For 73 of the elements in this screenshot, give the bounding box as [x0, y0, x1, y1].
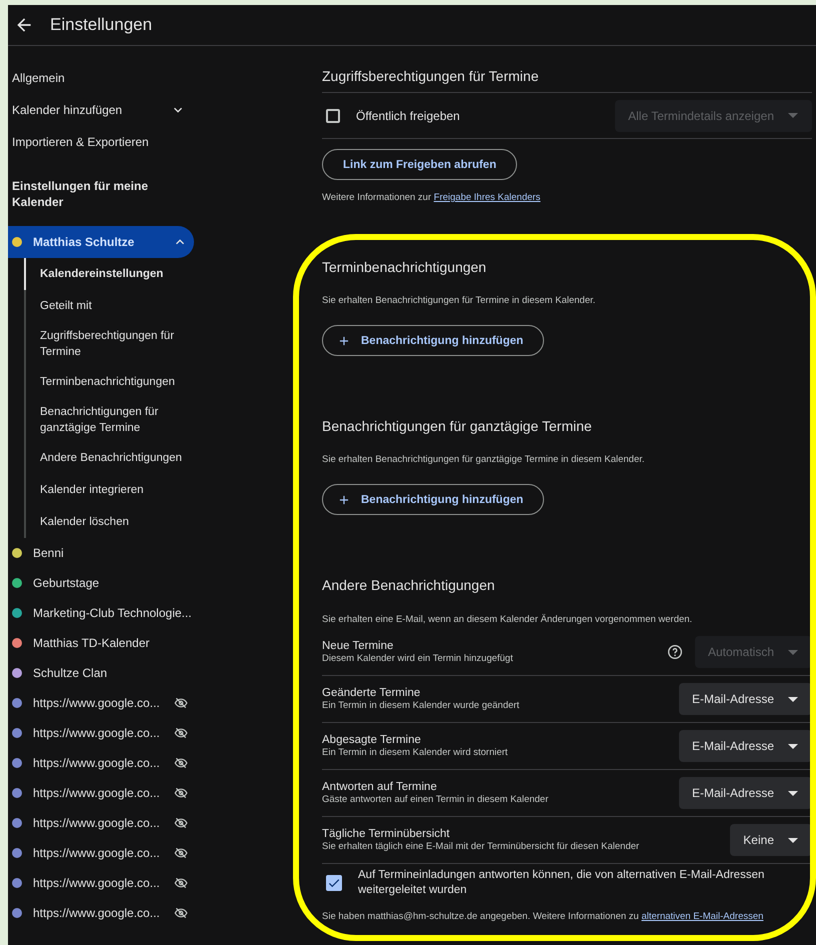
setting-title: Tägliche Terminübersicht — [322, 827, 451, 841]
setting-description: Gäste antworten auf einen Termin in diesem Kalender — [322, 794, 548, 806]
page-title: Einstellungen — [50, 15, 152, 35]
calendar-item[interactable]: https://www.google.co... — [33, 906, 160, 920]
calendar-item[interactable]: https://www.google.co... — [33, 786, 160, 800]
help-link[interactable]: alternativen E-Mail-Adressen — [641, 911, 764, 922]
sidebar-item[interactable]: Allgemein — [12, 71, 65, 85]
calendar-item[interactable]: https://www.google.co... — [33, 726, 160, 740]
caret-icon — [788, 838, 798, 842]
eye-off-icon[interactable] — [174, 876, 188, 890]
section-description: Sie erhalten eine E-Mail, wenn an diesem Kalender Änderungen vorgenommen werden. — [322, 614, 694, 625]
checkbox-label: Öffentlich freigeben — [356, 108, 460, 122]
section-title: Andere Benachrichtigungen — [322, 576, 496, 595]
setting-description: Sie erhalten täglich eine E-Mail mit der Terminübersicht für diesen Kalender — [322, 841, 640, 853]
sidebar-subitem[interactable]: Kalender löschen — [24, 506, 194, 538]
eye-off-icon[interactable] — [174, 816, 188, 830]
calendar-item[interactable]: https://www.google.co... — [33, 756, 160, 770]
setting-title: Abgesagte Termine — [322, 733, 422, 747]
help-link[interactable]: Freigabe Ihres Kalenders — [434, 192, 540, 203]
checkbox-label: Auf Termineinladungen antworten können, die von alternativen E-Mail-Adressen weitergeleitet wurden — [358, 868, 766, 898]
eye-off-icon[interactable] — [174, 846, 188, 860]
setting-title: Geänderte Termine — [322, 686, 422, 700]
sidebar-subitem[interactable]: Geteilt mit — [24, 290, 194, 322]
calendar-item[interactable]: Matthias TD-Kalender — [33, 636, 150, 650]
caret-icon — [788, 650, 798, 654]
sidebar-subitem[interactable]: Kalendereinstellungen — [24, 258, 194, 290]
section-title: Benachrichtigungen für ganztägige Termine — [322, 417, 593, 436]
calendar-item[interactable]: Marketing-Club Technologie... — [33, 606, 192, 620]
notification-dropdown[interactable]: E-Mail-Adresse — [678, 730, 812, 762]
section-title: Terminbenachrichtigungen — [322, 258, 488, 277]
caret-icon — [788, 790, 798, 796]
calendar-item[interactable]: Matthias Schultze — [8, 226, 194, 258]
section-description: Sie erhalten Benachrichtigungen für ganztägige Termine in diesem Kalender. — [322, 454, 646, 465]
sidebar-subitem[interactable]: Benachrichtigungen für ganztägige Termine — [24, 398, 194, 442]
eye-off-icon[interactable] — [174, 906, 188, 920]
setting-description: Ein Termin in diesem Kalender wurde geändert — [322, 700, 520, 712]
calendar-item[interactable]: https://www.google.co... — [33, 816, 160, 830]
checkbox[interactable] — [326, 875, 342, 891]
caret-icon — [788, 744, 798, 748]
checkbox[interactable] — [326, 108, 340, 122]
section-title: Zugriffsberechtigungen für Termine — [322, 67, 540, 86]
setting-description: Diesem Kalender wird ein Termin hinzugefügt — [322, 653, 513, 665]
eye-off-icon[interactable] — [174, 756, 188, 770]
sidebar-subitem[interactable]: Andere Benachrichtigungen — [24, 442, 194, 474]
calendar-item[interactable]: https://www.google.co... — [33, 696, 160, 710]
setting-description: Ein Termin in diesem Kalender wird storniert — [322, 747, 508, 759]
info-text: Weitere Informationen zur Freigabe Ihres Kalenders — [322, 192, 542, 203]
caret-icon — [788, 113, 798, 118]
calendar-item[interactable]: Schultze Clan — [33, 666, 108, 680]
eye-off-icon[interactable] — [174, 786, 188, 800]
sidebar-heading: Einstellungen für meine Kalender — [11, 178, 150, 211]
setting-title: Neue Termine — [322, 639, 394, 653]
notification-dropdown[interactable]: Keine — [730, 824, 812, 856]
eye-off-icon[interactable] — [174, 696, 188, 710]
add-notification-button[interactable]: Benachrichtigung hinzufügen — [322, 484, 544, 515]
info-text: Sie haben matthias@hm-schultze.de angegeben. Weitere Informationen zu alternativen E-Mail-Adressen — [322, 911, 764, 922]
calendar-item[interactable]: Benni — [33, 546, 64, 560]
setting-title: Antworten auf Termine — [322, 780, 438, 794]
caret-icon — [788, 696, 798, 702]
eye-off-icon[interactable] — [174, 726, 188, 740]
sidebar-subitem[interactable]: Kalender integrieren — [24, 474, 194, 506]
section-description: Sie erhalten Benachrichtigungen für Termine in diesem Kalender. — [322, 295, 596, 306]
calendar-item[interactable]: https://www.google.co... — [33, 846, 160, 860]
sidebar-subitem[interactable]: Zugriffsberechtigungen für Termine — [24, 322, 194, 366]
notification-dropdown[interactable]: E-Mail-Adresse — [678, 777, 812, 809]
sidebar-item[interactable]: Importieren & Exportieren — [12, 135, 149, 149]
sidebar-item[interactable]: Kalender hinzufügen — [12, 103, 122, 117]
calendar-item[interactable]: https://www.google.co... — [33, 876, 160, 890]
notification-dropdown[interactable]: E-Mail-Adresse — [678, 683, 812, 715]
add-notification-button[interactable]: Benachrichtigung hinzufügen — [322, 325, 544, 356]
share-link-button[interactable]: Link zum Freigeben abrufen — [322, 149, 518, 180]
sidebar-subitem[interactable]: Terminbenachrichtigungen — [24, 366, 194, 398]
calendar-item[interactable]: Geburtstage — [33, 576, 100, 590]
